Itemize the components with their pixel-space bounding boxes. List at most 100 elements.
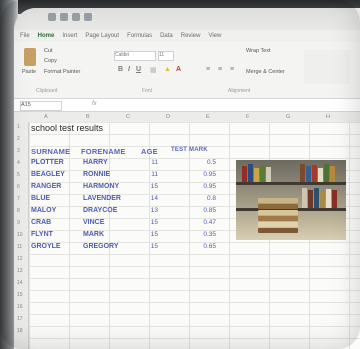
align-center-icon[interactable]: ≡: [218, 66, 222, 73]
cut-button[interactable]: Cut: [44, 48, 53, 54]
copy-button[interactable]: Copy: [44, 58, 57, 64]
cell-surname[interactable]: BLUE: [31, 195, 50, 202]
underline-button[interactable]: U: [136, 66, 141, 73]
row-number[interactable]: 10: [17, 232, 23, 238]
row-number[interactable]: 17: [17, 316, 23, 322]
row-number[interactable]: 15: [17, 292, 23, 298]
row-number[interactable]: 3: [17, 148, 20, 154]
row-number[interactable]: 5: [17, 172, 20, 178]
row-number[interactable]: 7: [17, 196, 20, 202]
cell-forename[interactable]: MARK: [83, 231, 104, 238]
cell-surname[interactable]: FLYNT: [31, 231, 53, 238]
row-number[interactable]: 12: [17, 256, 23, 262]
bold-button[interactable]: B: [118, 66, 123, 73]
tab-view[interactable]: View: [208, 33, 221, 39]
cell-mark[interactable]: 0.95: [196, 183, 216, 190]
column-header[interactable]: B: [86, 114, 90, 120]
header-age[interactable]: AGE: [141, 147, 158, 156]
row-number[interactable]: 2: [17, 136, 20, 142]
bookshelf-photo[interactable]: [236, 160, 346, 240]
tab-insert[interactable]: Insert: [62, 33, 77, 39]
sheet-title-cell[interactable]: school test results: [31, 123, 103, 133]
row-headers: 1 2 3 4 5 6 7 8 9 10 11 12 13 14 15 16 1…: [14, 122, 29, 349]
row-number[interactable]: 18: [17, 328, 23, 334]
merge-center-button[interactable]: Merge & Center: [246, 69, 285, 75]
cell-age[interactable]: 15: [146, 219, 158, 226]
cell-forename[interactable]: GREGORY: [83, 243, 119, 250]
book-row: [300, 186, 344, 208]
tab-review[interactable]: Review: [181, 33, 201, 39]
tab-formulas[interactable]: Formulas: [127, 33, 152, 39]
row-number[interactable]: 16: [17, 304, 23, 310]
column-header[interactable]: E: [206, 114, 210, 120]
cell-mark[interactable]: 0.65: [196, 243, 216, 250]
tab-page-layout[interactable]: Page Layout: [85, 33, 119, 39]
cell-surname[interactable]: MALOY: [31, 207, 56, 214]
column-header[interactable]: G: [286, 114, 290, 120]
cell-mark[interactable]: 0.85: [196, 207, 216, 214]
cell-forename[interactable]: VINCE: [83, 219, 104, 226]
column-header[interactable]: F: [246, 114, 249, 120]
cell-surname[interactable]: RANGER: [31, 183, 61, 190]
cell-forename[interactable]: HARRY: [83, 159, 108, 166]
row-number[interactable]: 6: [17, 184, 20, 190]
cell-forename[interactable]: HARMONY: [83, 183, 119, 190]
borders-icon[interactable]: ▦: [150, 66, 157, 74]
cell-mark[interactable]: 0.5: [196, 159, 216, 166]
cell-surname[interactable]: PLOTTER: [31, 159, 64, 166]
name-box[interactable]: A15: [20, 101, 62, 111]
cell-mark[interactable]: 0.35: [196, 231, 216, 238]
cell-age[interactable]: 15: [146, 183, 158, 190]
font-name-select[interactable]: Calibri: [114, 51, 156, 61]
cell-age[interactable]: 15: [146, 243, 158, 250]
cell-surname[interactable]: BEAGLEY: [31, 171, 65, 178]
row-number[interactable]: 11: [17, 244, 22, 250]
row-number[interactable]: 8: [17, 208, 20, 214]
row-number[interactable]: 4: [17, 160, 20, 166]
cell-mark[interactable]: 0.95: [196, 171, 216, 178]
cell-forename[interactable]: LAVENDER: [83, 195, 121, 202]
redo-icon[interactable]: [72, 13, 80, 21]
cell-age[interactable]: 11: [146, 171, 158, 178]
header-forename[interactable]: FORENAME: [81, 147, 126, 156]
tab-home[interactable]: Home: [38, 33, 55, 39]
save-icon[interactable]: [48, 13, 56, 21]
cell-age[interactable]: 14: [146, 195, 158, 202]
column-header[interactable]: D: [166, 114, 170, 120]
header-test-mark[interactable]: TEST MARK: [171, 147, 208, 153]
cell-age[interactable]: 13: [146, 207, 158, 214]
italic-button[interactable]: I: [128, 66, 130, 73]
fill-color-icon[interactable]: ▲: [164, 66, 171, 73]
fx-icon[interactable]: fx: [92, 101, 97, 107]
cell-mark[interactable]: 0.47: [196, 219, 216, 226]
cell-forename[interactable]: DRAYCOE: [83, 207, 117, 214]
cell-age[interactable]: 11: [146, 159, 158, 166]
cell-surname[interactable]: GROYLE: [31, 243, 61, 250]
font-color-icon[interactable]: A: [176, 66, 181, 73]
customize-icon[interactable]: [84, 13, 92, 21]
tab-data[interactable]: Data: [160, 33, 173, 39]
align-left-icon[interactable]: ≡: [206, 66, 210, 73]
row-number[interactable]: 14: [17, 280, 23, 286]
paste-icon[interactable]: [24, 48, 36, 66]
cell-mark[interactable]: 0.8: [196, 195, 216, 202]
font-size-select[interactable]: 11: [158, 51, 174, 61]
format-painter-button[interactable]: Format Painter: [44, 69, 80, 75]
column-header[interactable]: C: [126, 114, 130, 120]
align-right-icon[interactable]: ≡: [230, 66, 234, 73]
wrap-text-button[interactable]: Wrap Text: [246, 48, 271, 54]
styles-gallery[interactable]: [304, 50, 350, 84]
column-header[interactable]: A: [44, 114, 48, 120]
font-group-label: Font: [142, 88, 153, 94]
header-surname[interactable]: SURNAME: [31, 147, 70, 156]
tab-file[interactable]: File: [20, 33, 30, 39]
cell-age[interactable]: 15: [146, 231, 158, 238]
row-number[interactable]: 9: [17, 220, 20, 226]
paste-button[interactable]: Paste: [22, 69, 36, 75]
row-number[interactable]: 1: [17, 124, 20, 130]
row-number[interactable]: 13: [17, 268, 23, 274]
cell-forename[interactable]: RONNIE: [83, 171, 110, 178]
cell-surname[interactable]: CRAB: [31, 219, 51, 226]
column-header[interactable]: H: [326, 114, 330, 120]
undo-icon[interactable]: [60, 13, 68, 21]
